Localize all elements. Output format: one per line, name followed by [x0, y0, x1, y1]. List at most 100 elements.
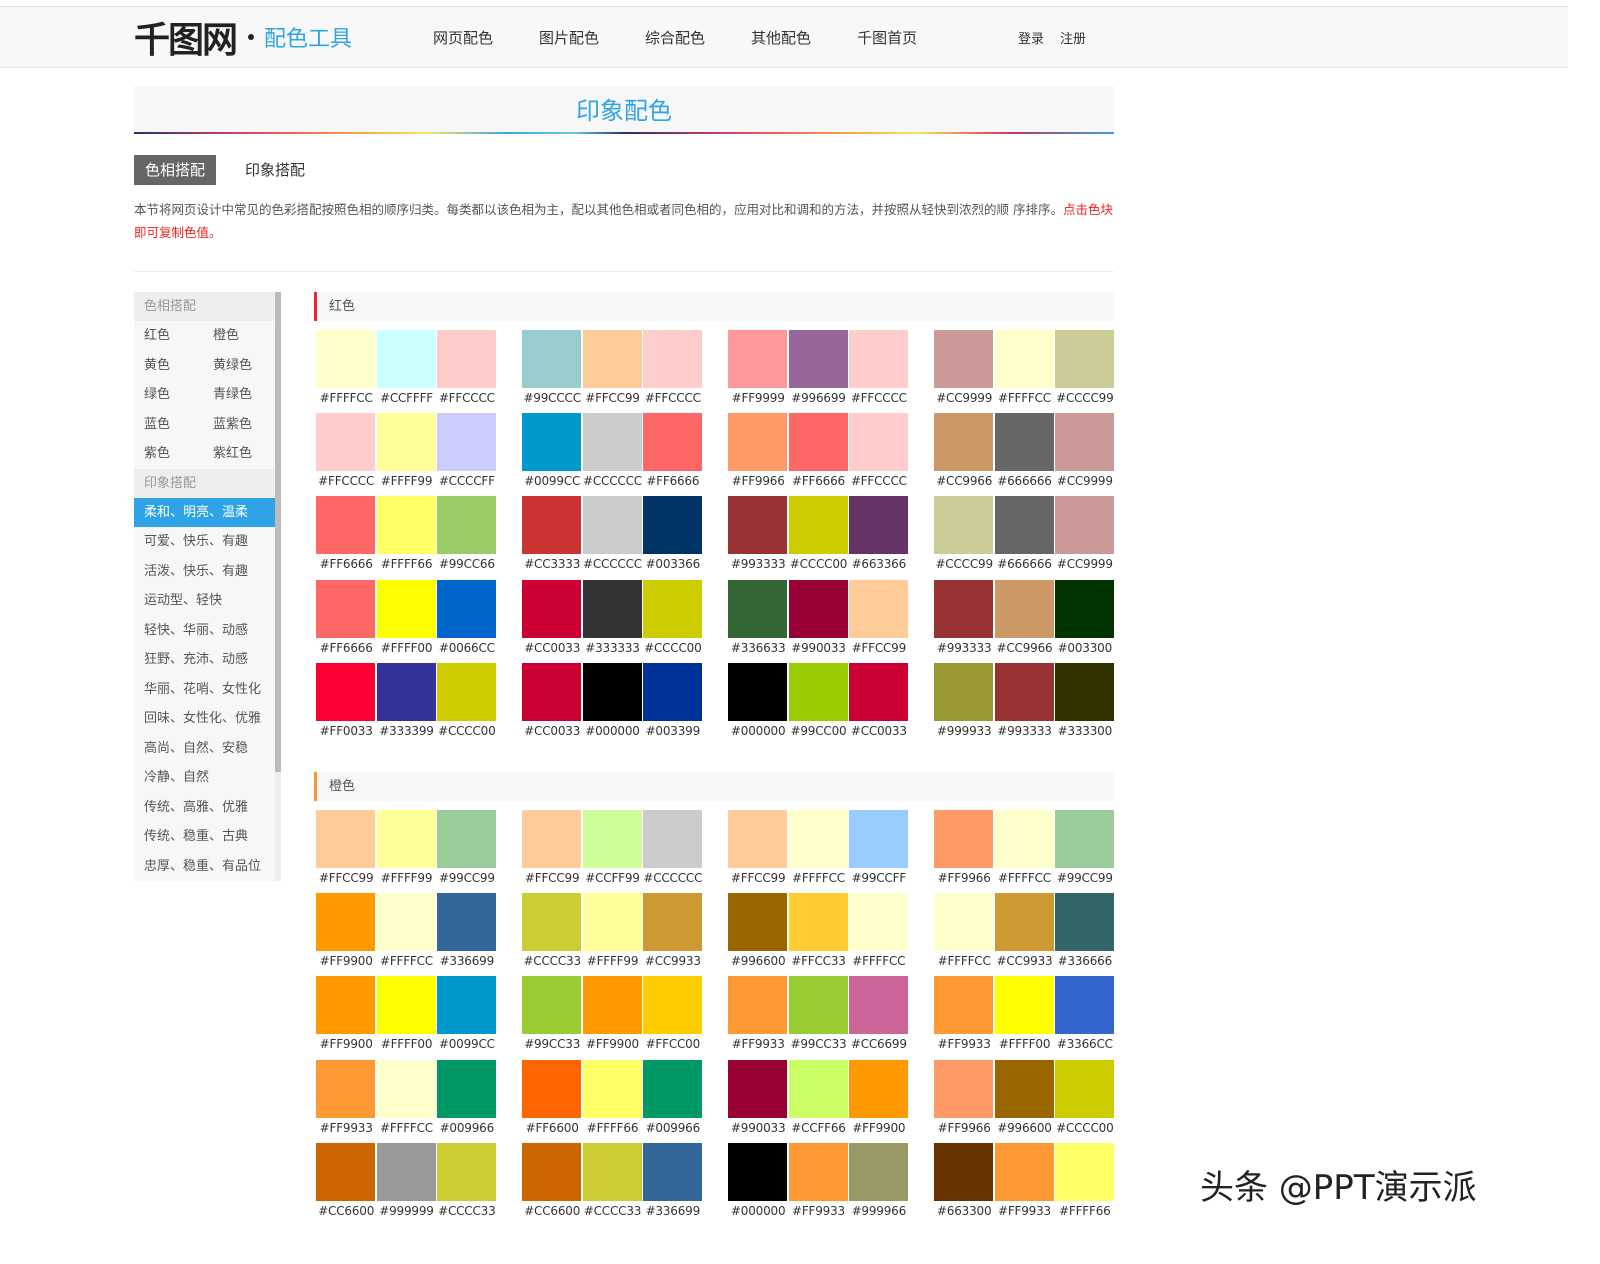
color-swatch[interactable]: [934, 496, 993, 555]
sidebar-impression-item[interactable]: 高尚、自然、安稳: [134, 734, 275, 764]
color-swatch[interactable]: [788, 1059, 848, 1118]
color-code[interactable]: #FF9966: [934, 868, 994, 890]
color-code[interactable]: #CCCC33: [582, 1201, 642, 1223]
color-code[interactable]: #CCFF99: [582, 868, 642, 890]
color-swatch[interactable]: [522, 330, 581, 388]
color-swatch[interactable]: [522, 893, 581, 952]
color-code[interactable]: #FFFFCC: [376, 1118, 436, 1140]
color-swatch[interactable]: [643, 1142, 702, 1201]
color-swatch[interactable]: [1055, 662, 1114, 721]
color-swatch[interactable]: [437, 893, 496, 952]
color-code[interactable]: #FFCC33: [788, 951, 848, 973]
color-code[interactable]: #CCCC00: [437, 721, 497, 743]
color-swatch[interactable]: [437, 413, 496, 472]
nav-mixed-colors[interactable]: 综合配色: [645, 27, 705, 48]
tab-hue[interactable]: 色相搭配: [134, 155, 217, 185]
color-code[interactable]: #996600: [728, 951, 788, 973]
color-swatch[interactable]: [316, 662, 375, 721]
color-code[interactable]: #CCFF66: [788, 1118, 848, 1140]
color-code[interactable]: #CCCC99: [934, 554, 994, 576]
color-swatch[interactable]: [316, 496, 375, 555]
color-code[interactable]: #993333: [728, 554, 788, 576]
color-swatch[interactable]: [788, 579, 848, 638]
color-swatch[interactable]: [994, 1142, 1054, 1201]
color-swatch[interactable]: [994, 662, 1054, 721]
color-swatch[interactable]: [522, 976, 581, 1035]
color-swatch[interactable]: [522, 413, 581, 472]
color-code[interactable]: #CCCCCC: [582, 471, 642, 493]
color-swatch[interactable]: [316, 810, 375, 868]
color-code[interactable]: #009966: [643, 1118, 703, 1140]
color-swatch[interactable]: [934, 413, 993, 472]
color-swatch[interactable]: [316, 413, 375, 472]
color-swatch[interactable]: [788, 330, 848, 388]
color-swatch[interactable]: [934, 1142, 993, 1201]
color-code[interactable]: #FFFF66: [1055, 1201, 1115, 1223]
color-code[interactable]: #CC9933: [643, 951, 703, 973]
color-code[interactable]: #FFCCCC: [316, 471, 376, 493]
color-swatch[interactable]: [849, 810, 908, 868]
color-code[interactable]: #99CC33: [522, 1034, 582, 1056]
color-code[interactable]: #993333: [994, 721, 1054, 743]
color-swatch[interactable]: [437, 330, 496, 388]
color-code[interactable]: #999933: [934, 721, 994, 743]
color-code[interactable]: #996699: [788, 388, 848, 410]
color-swatch[interactable]: [994, 976, 1054, 1035]
sidebar-hue-item[interactable]: 绿色: [134, 380, 203, 410]
color-swatch[interactable]: [316, 579, 375, 638]
color-swatch[interactable]: [728, 579, 787, 638]
color-code[interactable]: #CC9999: [1055, 554, 1115, 576]
color-swatch[interactable]: [728, 1059, 787, 1118]
color-code[interactable]: #003300: [1055, 638, 1115, 660]
color-code[interactable]: #FF9966: [934, 1118, 994, 1140]
color-swatch[interactable]: [994, 496, 1054, 555]
color-swatch[interactable]: [934, 976, 993, 1035]
color-code[interactable]: #FFFFCC: [994, 388, 1054, 410]
color-swatch[interactable]: [849, 1142, 908, 1201]
color-swatch[interactable]: [994, 810, 1054, 868]
color-swatch[interactable]: [643, 893, 702, 952]
color-code[interactable]: #FF9900: [582, 1034, 642, 1056]
sidebar-scrollbar-thumb[interactable]: [275, 292, 281, 772]
sidebar-impression-item[interactable]: 可爱、快乐、有趣: [134, 527, 275, 557]
color-swatch[interactable]: [728, 413, 787, 472]
color-code[interactable]: #FFFFCC: [994, 868, 1054, 890]
color-code[interactable]: #666666: [994, 471, 1054, 493]
color-swatch[interactable]: [582, 579, 642, 638]
color-code[interactable]: #99CCCC: [522, 388, 582, 410]
color-code[interactable]: #999999: [376, 1201, 436, 1223]
color-code[interactable]: #FFFF99: [582, 951, 642, 973]
color-code[interactable]: #0066CC: [437, 638, 497, 660]
color-swatch[interactable]: [376, 810, 436, 868]
color-code[interactable]: #CC9933: [994, 951, 1054, 973]
sidebar-impression-item[interactable]: 回味、女性化、优雅: [134, 704, 275, 734]
color-swatch[interactable]: [582, 893, 642, 952]
color-swatch[interactable]: [849, 413, 908, 472]
color-code[interactable]: #FFFF66: [376, 554, 436, 576]
color-code[interactable]: #FF6666: [643, 471, 703, 493]
color-swatch[interactable]: [376, 1059, 436, 1118]
color-code[interactable]: #FFCCCC: [437, 388, 497, 410]
sidebar-hue-item[interactable]: 红色: [134, 321, 203, 351]
color-code[interactable]: #000000: [582, 721, 642, 743]
color-code[interactable]: #CC9966: [934, 471, 994, 493]
color-swatch[interactable]: [522, 1142, 581, 1201]
sidebar-hue-item[interactable]: 蓝紫色: [203, 410, 272, 440]
color-code[interactable]: #000000: [728, 721, 788, 743]
color-swatch[interactable]: [1055, 976, 1114, 1035]
color-swatch[interactable]: [376, 662, 436, 721]
color-swatch[interactable]: [437, 1142, 496, 1201]
color-swatch[interactable]: [934, 893, 993, 952]
color-swatch[interactable]: [934, 810, 993, 868]
color-code[interactable]: #FFFFCC: [849, 951, 909, 973]
sidebar-hue-item[interactable]: 黄绿色: [203, 351, 272, 381]
color-code[interactable]: #000000: [728, 1201, 788, 1223]
login-link[interactable]: 登录: [1018, 28, 1044, 47]
color-swatch[interactable]: [849, 1059, 908, 1118]
color-code[interactable]: #99CCFF: [849, 868, 909, 890]
color-swatch[interactable]: [788, 976, 848, 1035]
color-swatch[interactable]: [643, 496, 702, 555]
sidebar-impression-item[interactable]: 柔和、明亮、温柔: [134, 497, 275, 527]
color-code[interactable]: #CCCC33: [522, 951, 582, 973]
color-code[interactable]: #FFFF00: [376, 1034, 436, 1056]
